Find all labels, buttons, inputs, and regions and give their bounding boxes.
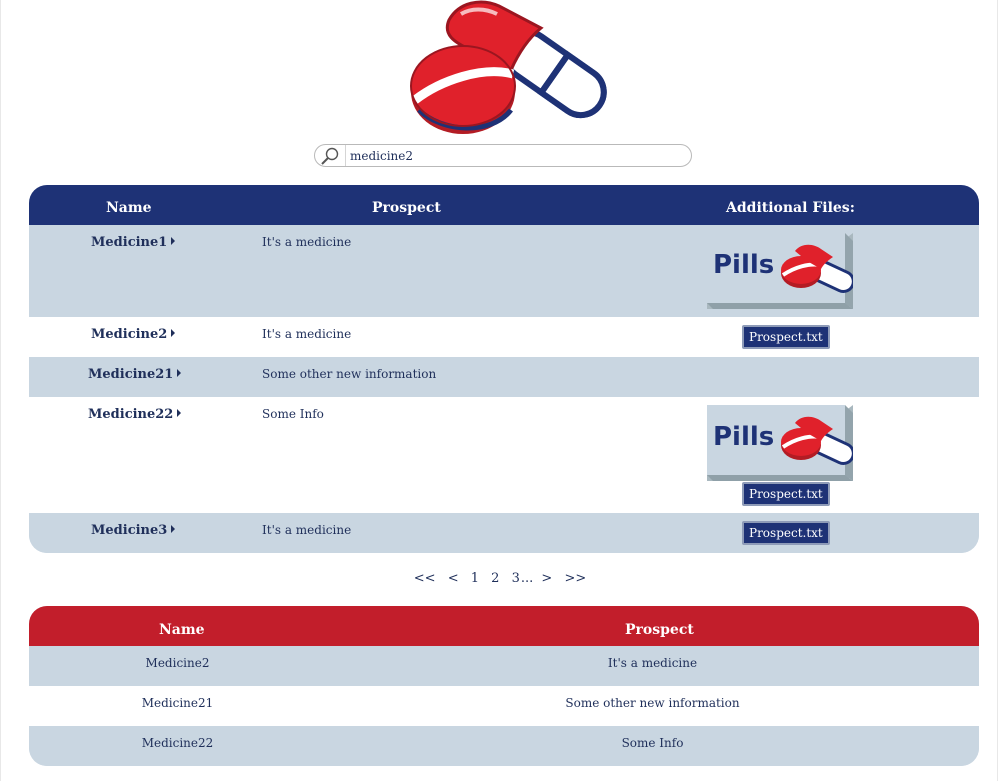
results-prospect: Some Info <box>621 736 684 750</box>
medicine-link[interactable]: Medicine22 <box>88 407 182 422</box>
expand-arrow-icon <box>171 329 176 337</box>
header-additional-files: Additional Files: <box>726 200 855 216</box>
page-link-2[interactable]: 2 <box>491 571 499 586</box>
table-row: Medicine22 Some Info Pills Prospect.txt <box>29 397 979 513</box>
expand-arrow-icon <box>171 525 176 533</box>
magnifier-icon[interactable] <box>315 145 346 166</box>
expand-arrow-icon <box>171 237 176 245</box>
page: Name Prospect Additional Files: Medicine… <box>0 0 998 781</box>
search-input[interactable] <box>346 146 691 165</box>
results-header-prospect: Prospect <box>625 622 694 638</box>
prospect-text: It's a medicine <box>262 523 352 537</box>
prospect-text: Some other new information <box>262 367 437 381</box>
page-link-1[interactable]: 1 <box>471 571 479 586</box>
prospect-file-button[interactable]: Prospect.txt <box>742 325 830 349</box>
results-row[interactable]: Medicine22 Some Info <box>29 726 979 766</box>
results-table-header: Name Prospect <box>29 606 979 646</box>
results-row[interactable]: Medicine2 It's a medicine <box>29 646 979 686</box>
results-table: Name Prospect Medicine2 It's a medicine … <box>29 606 979 766</box>
table-row: Medicine2 It's a medicine Prospect.txt <box>29 317 979 357</box>
results-name: Medicine2 <box>145 656 210 670</box>
next-page-link[interactable]: > <box>541 571 552 586</box>
medicine-table: Name Prospect Additional Files: Medicine… <box>29 185 979 553</box>
prospect-file-button[interactable]: Prospect.txt <box>742 521 830 545</box>
pagination: << < 1 2 3... > >> <box>1 571 998 586</box>
last-page-link[interactable]: >> <box>564 571 586 586</box>
table-row: Medicine1 It's a medicine Pills <box>29 225 979 317</box>
medicine-link[interactable]: Medicine2 <box>91 327 176 342</box>
table-row: Medicine3 It's a medicine Prospect.txt <box>29 513 979 553</box>
pills-thumbnail[interactable]: Pills <box>707 405 855 483</box>
pill-logo <box>401 0 611 142</box>
header-prospect: Prospect <box>372 200 441 216</box>
prospect-text: Some Info <box>262 407 324 421</box>
table-header: Name Prospect Additional Files: <box>29 185 979 225</box>
results-prospect: Some other new information <box>565 696 740 710</box>
expand-arrow-icon <box>177 369 182 377</box>
table-row: Medicine21 Some other new information <box>29 357 979 397</box>
expand-arrow-icon <box>177 409 182 417</box>
results-prospect: It's a medicine <box>607 656 698 670</box>
results-name: Medicine21 <box>141 696 214 710</box>
medicine-link[interactable]: Medicine21 <box>88 367 182 382</box>
pager-ellipsis: ... <box>520 571 534 586</box>
results-name: Medicine22 <box>141 736 214 750</box>
medicine-link[interactable]: Medicine3 <box>91 523 176 538</box>
pills-image-text: Pills <box>713 250 774 280</box>
page-link-3[interactable]: 3 <box>512 571 520 586</box>
pills-image-text: Pills <box>713 422 774 452</box>
results-header-name: Name <box>159 622 205 638</box>
prev-page-link[interactable]: < <box>448 571 459 586</box>
prospect-text: It's a medicine <box>262 327 352 341</box>
prospect-file-button[interactable]: Prospect.txt <box>742 482 830 506</box>
header-name: Name <box>106 200 152 216</box>
prospect-text: It's a medicine <box>262 235 352 249</box>
search-box[interactable] <box>314 144 692 167</box>
first-page-link[interactable]: << <box>414 571 436 586</box>
medicine-link[interactable]: Medicine1 <box>91 235 176 250</box>
pills-thumbnail[interactable]: Pills <box>707 233 855 311</box>
results-row[interactable]: Medicine21 Some other new information <box>29 686 979 726</box>
